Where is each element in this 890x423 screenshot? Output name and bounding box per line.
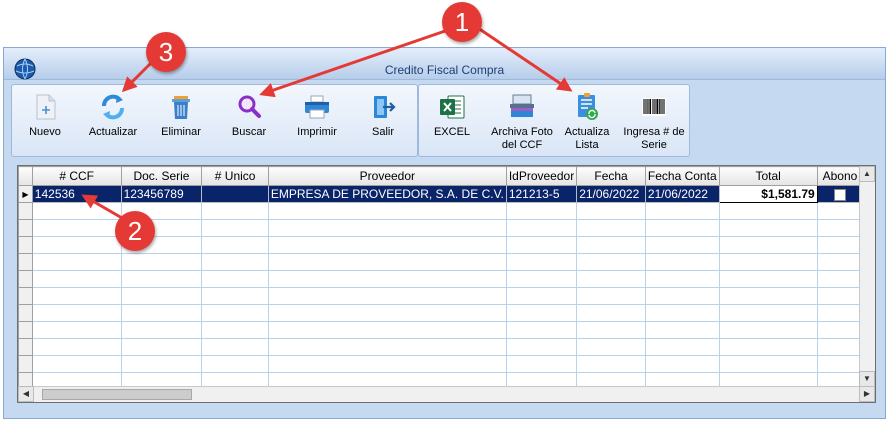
callout-2: 2 <box>115 211 155 251</box>
callout-3: 3 <box>146 32 186 72</box>
arrow-2-to-ccf <box>81 194 123 220</box>
arrow-3-to-actualizar <box>121 60 154 93</box>
arrow-1-to-actualiza-lista <box>477 26 573 92</box>
arrow-1-to-buscar <box>259 28 449 98</box>
callout-1: 1 <box>442 2 482 42</box>
